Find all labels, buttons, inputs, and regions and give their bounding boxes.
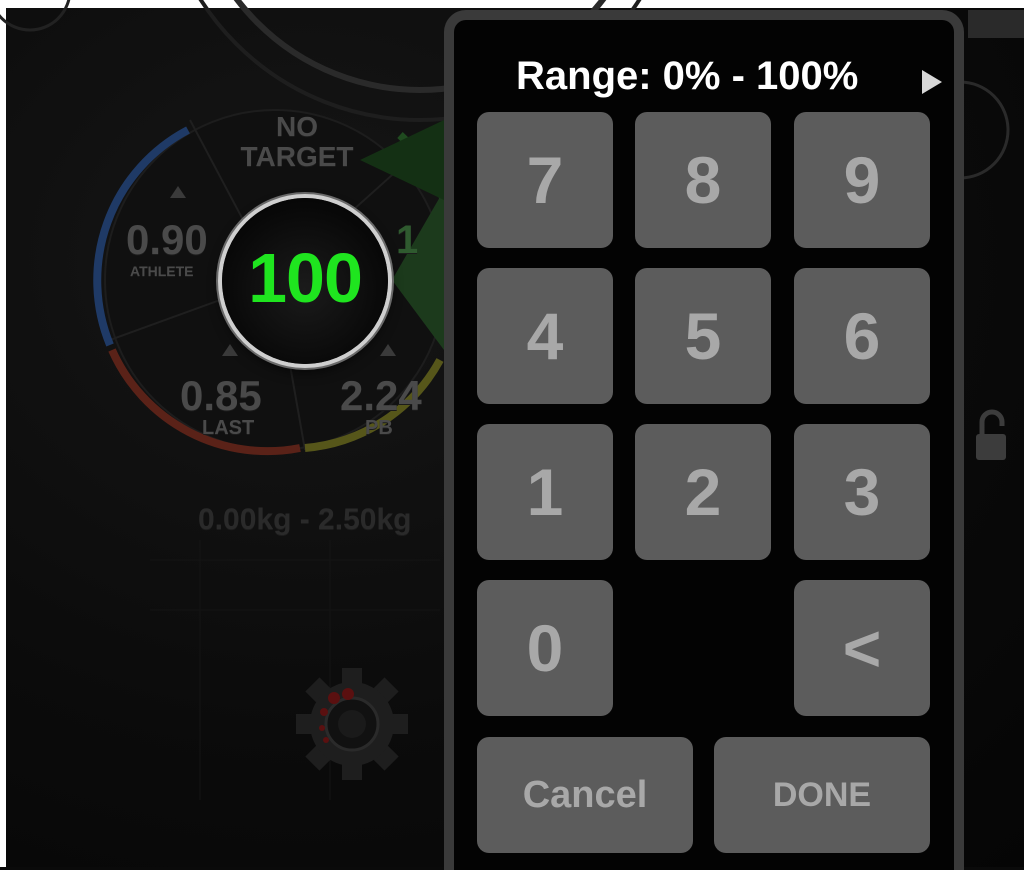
- key-6[interactable]: 6: [794, 268, 930, 404]
- play-arrow-icon[interactable]: [922, 70, 942, 94]
- key-8[interactable]: 8: [635, 112, 771, 248]
- gear-icon[interactable]: [292, 664, 412, 784]
- key-1[interactable]: 1: [477, 424, 613, 560]
- range-label: Range: 0% - 100%: [516, 54, 859, 98]
- pb-label: PB: [365, 417, 393, 439]
- key-2[interactable]: 2: [635, 424, 771, 560]
- key-4[interactable]: 4: [477, 268, 613, 404]
- last-up-arrow-icon: [222, 344, 238, 356]
- key-0[interactable]: 0: [477, 580, 613, 716]
- current-value: 100: [248, 239, 363, 317]
- pb-up-arrow-icon: [380, 344, 396, 356]
- athlete-up-arrow-icon: [170, 186, 186, 198]
- key-5[interactable]: 5: [635, 268, 771, 404]
- cancel-button[interactable]: Cancel: [477, 737, 693, 853]
- key-7[interactable]: 7: [477, 112, 613, 248]
- athlete-value: 0.90: [126, 216, 208, 263]
- value-knob[interactable]: 100: [222, 198, 388, 364]
- last-label: LAST: [202, 417, 255, 439]
- target-label: NO TARGET: [240, 111, 354, 172]
- key-9[interactable]: 9: [794, 112, 930, 248]
- done-button[interactable]: DONE: [714, 737, 930, 853]
- partial-value: 1: [396, 218, 419, 262]
- numeric-keypad-popover: Range: 0% - 100% 7 8 9 4 5 6 1 2 3 0 < C…: [444, 10, 964, 870]
- unlock-icon[interactable]: [974, 408, 1014, 464]
- key-3[interactable]: 3: [794, 424, 930, 560]
- range-header: Range: 0% - 100%: [454, 48, 954, 108]
- athlete-label: ATHLETE: [130, 263, 194, 279]
- pb-value: 2.24: [340, 372, 422, 419]
- backspace-key[interactable]: <: [794, 580, 930, 716]
- weight-range: 0.00kg - 2.50kg: [198, 503, 412, 536]
- last-value: 0.85: [180, 372, 262, 419]
